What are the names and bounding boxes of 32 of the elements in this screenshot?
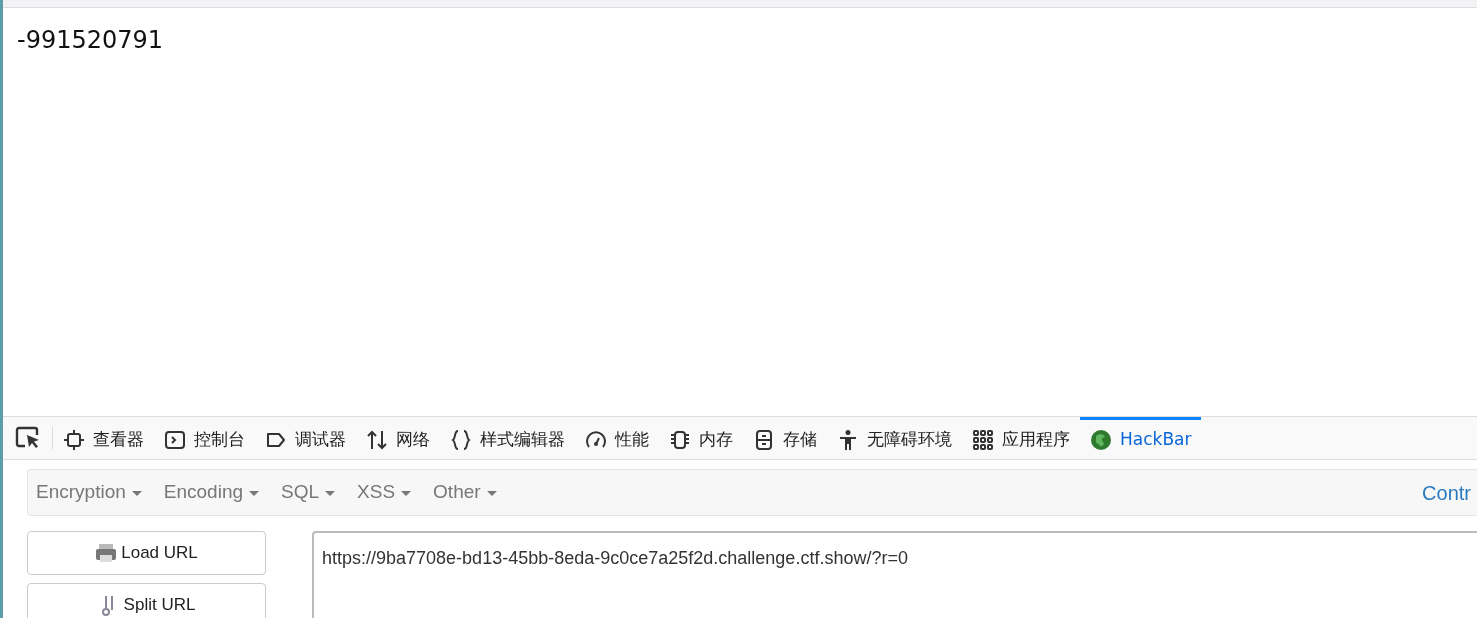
devtools-tab[interactable]: 应用程序 — [962, 417, 1080, 459]
url-field[interactable]: https://9ba7708e-bd13-45bb-8eda-9c0ce7a25f2d.challenge.ctf.show/?r=0 — [312, 531, 1477, 618]
console-icon — [164, 428, 186, 451]
devtools-tab[interactable]: 样式编辑器 — [440, 417, 575, 459]
dropdown-menu-button[interactable]: Other — [433, 478, 519, 507]
devtools-tab[interactable]: HackBar — [1080, 417, 1202, 459]
devtools-tab[interactable]: 控制台 — [154, 417, 255, 459]
hackbar-button[interactable]: Split URL — [27, 583, 266, 618]
person-icon — [837, 428, 859, 451]
braces-icon — [450, 428, 472, 451]
devtools-tab[interactable]: 调试器 — [255, 417, 356, 459]
globe-icon — [1090, 428, 1112, 451]
dropdown-menu-button[interactable]: SQL — [281, 478, 358, 507]
hackbar-button[interactable]: Load URL — [27, 531, 266, 575]
square-crosshair-icon — [63, 428, 85, 451]
devtools-tab[interactable]: 存储 — [743, 417, 827, 459]
contribute-link[interactable]: Contr — [1422, 477, 1471, 508]
printer-icon — [95, 542, 118, 564]
chip-icon — [669, 428, 691, 451]
page-output-text: -991520791 — [17, 25, 165, 56]
cabinet-icon — [753, 428, 775, 451]
devtools-tab[interactable]: 内存 — [659, 417, 743, 459]
dropdown-menu-button[interactable]: Encryption — [36, 478, 164, 507]
element-picker-icon[interactable] — [14, 426, 41, 450]
arrows-icon — [366, 428, 388, 451]
dropdown-menu-button[interactable]: XSS — [357, 478, 434, 507]
grid-icon — [972, 428, 994, 451]
dropdown-menu-button[interactable]: Encoding — [163, 478, 281, 507]
devtools-tab[interactable]: 网络 — [356, 417, 440, 459]
devtools-tab[interactable]: 性能 — [575, 417, 659, 459]
devtools-tab[interactable]: 查看器 — [53, 417, 154, 459]
devtools-tab[interactable]: 无障碍环境 — [827, 417, 962, 459]
